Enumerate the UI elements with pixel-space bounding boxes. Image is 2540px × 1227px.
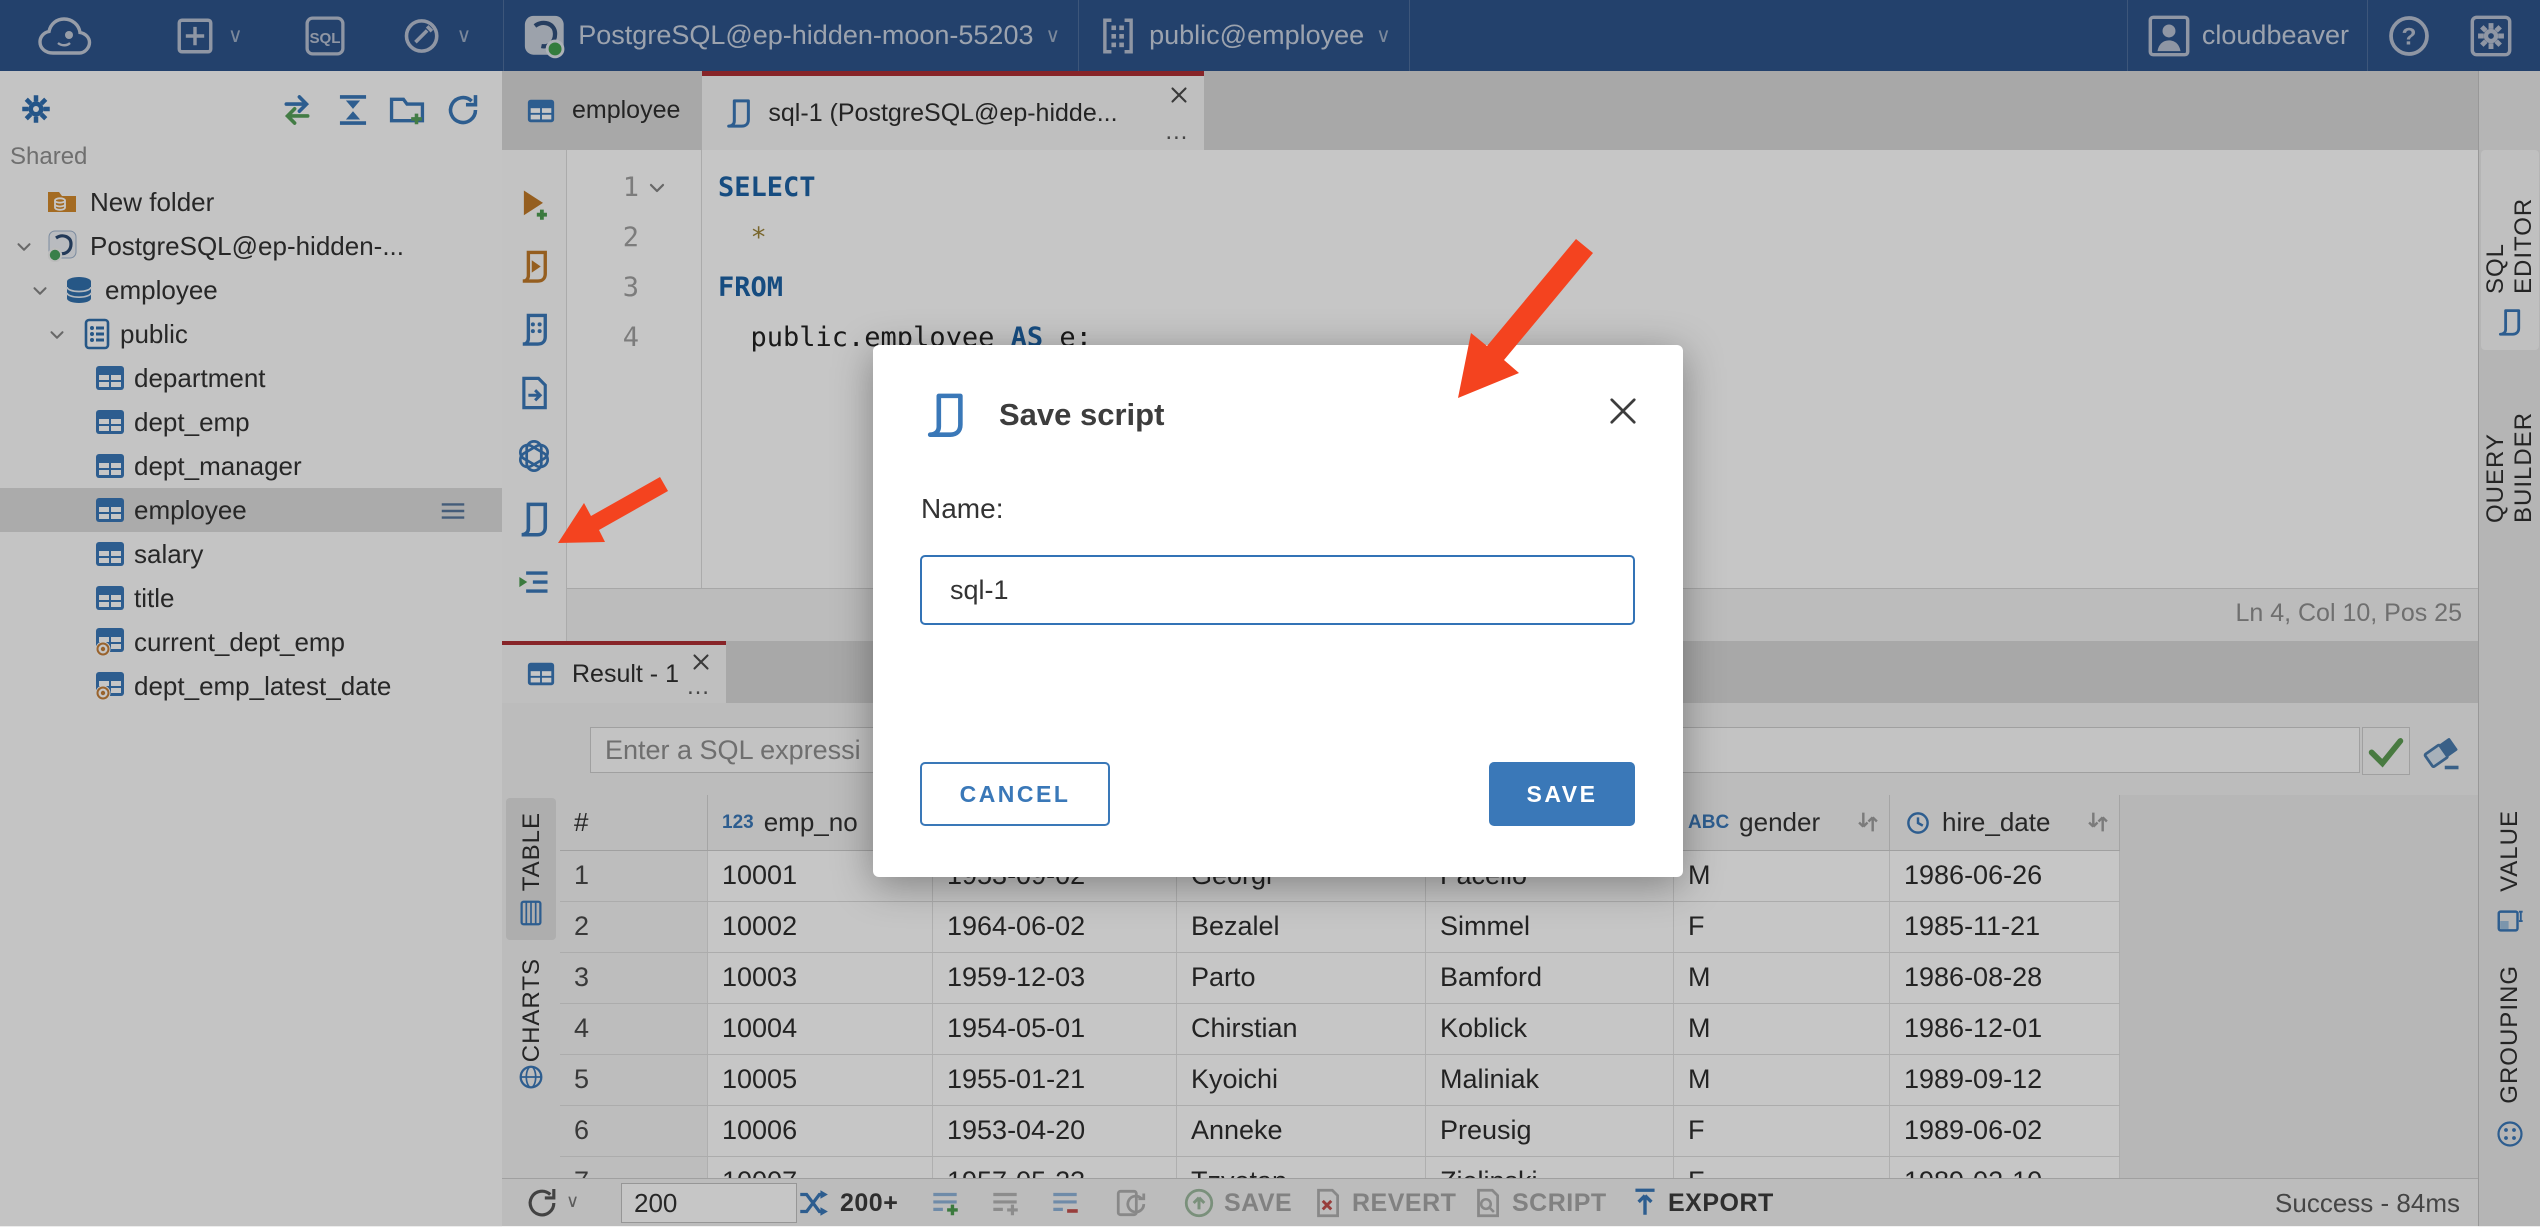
save-button[interactable]: SAVE xyxy=(1489,762,1635,826)
dialog-title: Save script xyxy=(999,397,1165,432)
script-name-input[interactable] xyxy=(920,555,1635,625)
close-dialog-icon[interactable] xyxy=(1605,393,1641,429)
cancel-button[interactable]: CANCEL xyxy=(920,762,1110,826)
script-icon xyxy=(923,391,969,441)
name-field-label: Name: xyxy=(921,493,1004,524)
save-script-dialog: Save script Name: CANCEL SAVE xyxy=(873,345,1683,877)
